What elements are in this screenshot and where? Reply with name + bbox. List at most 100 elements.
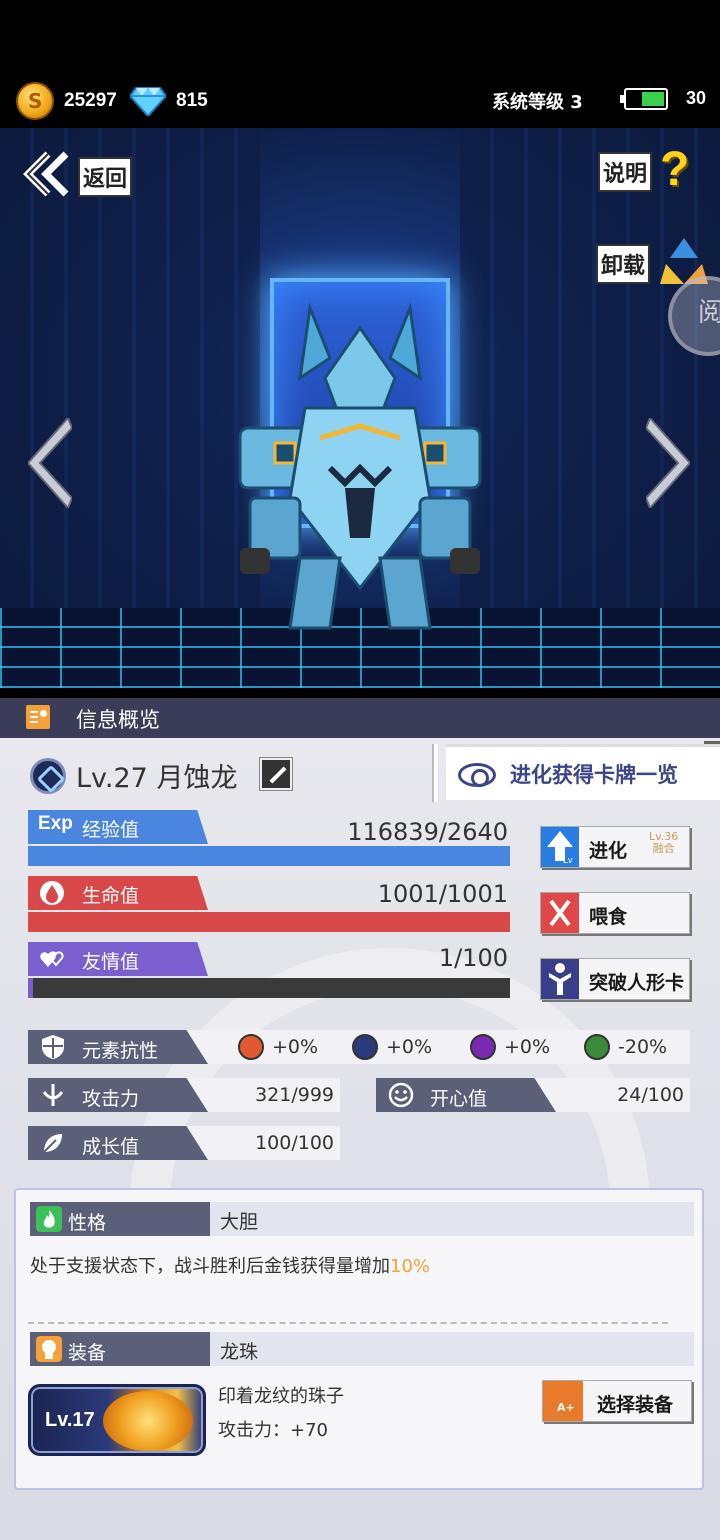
trait-row: 性格 大胆 — [30, 1202, 694, 1236]
coin-count: 25297 — [64, 90, 117, 111]
corridor-wall-left — [0, 128, 260, 688]
friendship-tag: 友情值 — [28, 942, 208, 976]
equipment-name: 印着龙纹的珠子 — [218, 1386, 344, 1407]
trait-tag: 性格 — [30, 1202, 210, 1236]
help-label: 说明 — [598, 152, 653, 192]
exp-icon: Exp — [38, 813, 73, 834]
breakthrough-button[interactable]: 突破人形卡 — [540, 958, 690, 1000]
exp-bar-fill — [28, 846, 510, 866]
poison-resistance: -20% — [618, 1036, 668, 1058]
feed-label: 喂食 — [589, 906, 628, 928]
select-equipment-label: 选择装备 — [597, 1394, 674, 1416]
thunder-element-icon — [470, 1034, 496, 1060]
resistance-label: 元素抗性 — [82, 1040, 159, 1062]
person-icon — [541, 959, 579, 999]
fork-knife-icon — [541, 893, 579, 933]
friendship-bar — [28, 978, 510, 998]
growth-value: 100/100 — [255, 1132, 334, 1154]
level-up-arrow-icon: Lv — [541, 827, 579, 867]
attack-label: 攻击力 — [82, 1088, 140, 1110]
mecha-dragon-figure — [238, 302, 482, 630]
smiley-icon — [388, 1082, 414, 1108]
evolution-card-list-label: 进化获得卡牌一览 — [510, 763, 678, 787]
happiness-tag: 开心值 — [376, 1078, 556, 1112]
dragon-orb-icon — [103, 1391, 193, 1451]
fire-element-icon — [238, 1034, 264, 1060]
exp-label: 经验值 — [82, 819, 140, 841]
help-button[interactable]: 说明 ? — [598, 143, 698, 198]
fire-resistance: +0% — [272, 1036, 319, 1058]
attack-tag: 攻击力 — [28, 1078, 208, 1112]
happiness-value: 24/100 — [617, 1084, 684, 1106]
trait-equipment-card: 性格 大胆 处于支援状态下，战斗胜利后金钱获得量增加10% 装备 龙珠 Lv.1… — [14, 1188, 704, 1490]
poison-element-icon — [584, 1034, 610, 1060]
battery-icon — [620, 88, 668, 110]
evolve-button[interactable]: Lv 进化 Lv.36 融合 — [540, 826, 690, 868]
trait-description: 处于支援状态下，战斗胜利后金钱获得量增加10% — [30, 1252, 430, 1278]
feed-button[interactable]: 喂食 — [540, 892, 690, 934]
exp-value: 116839/2640 — [347, 818, 508, 846]
friendship-value: 1/100 — [438, 944, 508, 972]
unload-label: 卸载 — [596, 244, 651, 284]
corridor-wall-right — [460, 128, 720, 688]
edit-name-icon[interactable] — [260, 758, 292, 790]
equipment-plus-icon — [543, 1381, 583, 1421]
question-mark-icon: ? — [660, 143, 690, 196]
thunder-resistance: +0% — [504, 1036, 551, 1058]
hp-tag: 生命值 — [28, 876, 208, 910]
hearts-icon — [40, 951, 64, 967]
double-chevron-left-icon — [23, 151, 69, 197]
equipment-row: 装备 龙珠 — [30, 1332, 694, 1366]
trait-label: 性格 — [68, 1212, 107, 1234]
equipment-attack: 攻击力：+70 — [218, 1420, 328, 1441]
info-overview-title: 信息概览 — [76, 708, 160, 732]
friendship-bar-fill — [28, 978, 33, 998]
growth-tag: 成长值 — [28, 1126, 208, 1160]
pet-level-name: Lv.27 月蚀龙 — [76, 763, 238, 794]
hp-bar-fill — [28, 912, 510, 932]
hp-value: 1001/1001 — [377, 880, 508, 908]
read-badge-label: 阅 — [698, 298, 720, 328]
element-type-icon — [30, 758, 66, 794]
breakthrough-label: 突破人形卡 — [589, 972, 685, 994]
info-overview-header: 信息概览 — [0, 698, 720, 738]
equipment-level: Lv.17 — [45, 1409, 95, 1431]
diamond-count: 815 — [176, 90, 208, 111]
back-button[interactable]: 返回 — [22, 150, 142, 198]
status-bar: 25297 815 系统等级 3 30 — [0, 0, 720, 128]
chevron-left-icon[interactable] — [28, 418, 72, 508]
equipment-value: 龙珠 — [220, 1341, 259, 1363]
friendship-label: 友情值 — [82, 951, 140, 973]
growth-label: 成长值 — [82, 1136, 140, 1158]
water-resistance: +0% — [386, 1036, 433, 1058]
pet-info-panel: Lv.27 月蚀龙 进化获得卡牌一览 Exp 经验值 116839/2640 生… — [0, 738, 720, 1540]
equipment-icon — [36, 1336, 62, 1362]
exp-bar — [28, 846, 510, 866]
trait-desc-percent: 10% — [390, 1256, 431, 1277]
dragon-orb-item-image[interactable]: Lv.17 — [28, 1384, 206, 1456]
resistance-tag: 元素抗性 — [28, 1030, 208, 1064]
equipment-label: 装备 — [68, 1342, 107, 1364]
happiness-row: 开心值 24/100 — [376, 1078, 690, 1112]
hp-label: 生命值 — [82, 885, 140, 907]
leaf-icon — [43, 1134, 62, 1153]
back-label: 返回 — [78, 157, 133, 197]
flame-icon — [36, 1206, 62, 1232]
evolve-label: 进化 — [589, 840, 628, 862]
happiness-label: 开心值 — [430, 1088, 488, 1110]
select-equipment-button[interactable]: 选择装备 — [542, 1380, 692, 1422]
hp-bar — [28, 912, 510, 932]
growth-row: 成长值 100/100 — [28, 1126, 340, 1160]
coin-icon — [16, 82, 54, 120]
svg-text:Lv: Lv — [563, 855, 573, 865]
shield-icon — [42, 1035, 64, 1059]
diamond-icon — [130, 87, 166, 116]
profile-card-icon — [26, 705, 50, 729]
system-level: 系统等级 3 — [492, 92, 583, 113]
chevron-right-icon[interactable] — [646, 418, 690, 508]
resistance-row: 元素抗性 +0% +0% +0% -20% — [28, 1030, 690, 1064]
evolution-card-list-button[interactable]: 进化获得卡牌一览 — [446, 741, 720, 800]
exp-tag: Exp 经验值 — [28, 810, 208, 844]
water-element-icon — [352, 1034, 378, 1060]
sword-icon — [42, 1084, 64, 1106]
